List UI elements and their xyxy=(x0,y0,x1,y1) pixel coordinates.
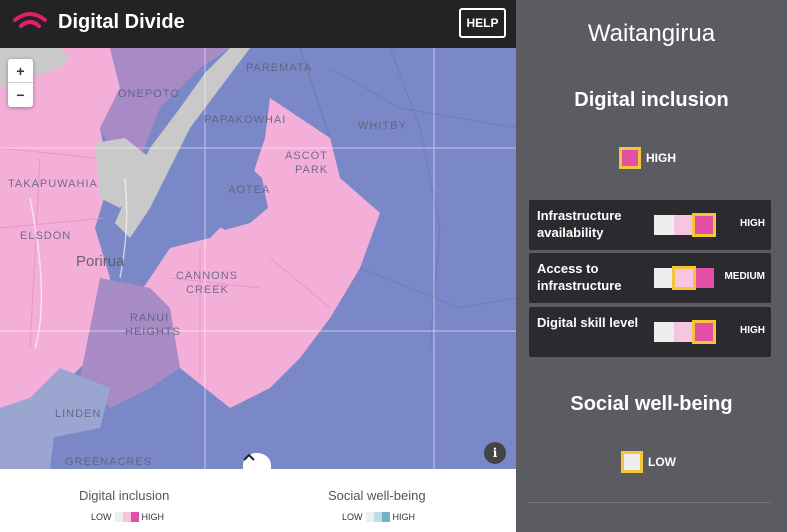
metric-scale xyxy=(654,320,716,344)
region-name: Waitangirua xyxy=(587,20,716,47)
app: Digital Divide HELP PAREMATA ONEPOTO PAP… xyxy=(0,0,787,532)
legend-swatch xyxy=(130,512,139,522)
map-label-aotea: AOTEA xyxy=(228,184,271,196)
social-wellbeing-heading: Social well-being xyxy=(570,393,733,415)
map-label-cannons: CANNONS xyxy=(176,270,239,282)
social-wellbeing-badge: LOW xyxy=(621,451,676,473)
legend-digital-high: HIGH xyxy=(141,512,165,522)
zoom-out-button[interactable]: − xyxy=(8,83,33,107)
metric-scale xyxy=(654,213,716,237)
legend-social-high: HIGH xyxy=(392,512,416,522)
metric-access-to-infrastructure: Access to infrastructure MEDIUM xyxy=(529,253,771,303)
metric-cell xyxy=(654,215,674,235)
map-label-porirua: Porirua xyxy=(76,253,125,270)
map-view[interactable]: PAREMATA ONEPOTO PAPAKOWHAI WHITBY TAKAP… xyxy=(0,48,516,469)
digital-inclusion-badge: HIGH xyxy=(619,147,676,169)
legend-social-low: LOW xyxy=(342,512,363,522)
metric-cell xyxy=(654,268,674,288)
legend-swatch xyxy=(365,512,374,522)
map-legend: Digital inclusion LOW HIGH Social well-b… xyxy=(0,469,516,532)
map-label-greenacres: GREENACRES xyxy=(65,456,153,468)
map-label-linden: LINDEN xyxy=(55,408,102,420)
app-title: Digital Divide xyxy=(58,11,185,33)
legend-swatch xyxy=(381,512,390,522)
social-wellbeing-level: LOW xyxy=(648,455,676,469)
metric-cell xyxy=(674,322,694,342)
map-label-park: PARK xyxy=(295,164,329,176)
metric-cell-selected xyxy=(692,320,716,344)
map-label-ascot: ASCOT xyxy=(285,150,328,162)
legend-swatch xyxy=(114,512,123,522)
metric-cell xyxy=(654,322,674,342)
metric-cell xyxy=(674,215,694,235)
panel-divider xyxy=(529,502,771,503)
map-label-heights: HEIGHTS xyxy=(125,326,181,338)
info-icon[interactable]: i xyxy=(484,442,506,464)
metric-value: MEDIUM xyxy=(724,271,765,282)
metric-scale xyxy=(654,266,714,290)
legend-swatch xyxy=(122,512,131,522)
legend-digital-scale: LOW HIGH xyxy=(91,512,164,522)
metric-cell-selected xyxy=(692,213,716,237)
metric-digital-skill-level: Digital skill level HIGH xyxy=(529,307,771,357)
map-label-papakowhai: PAPAKOWHAI xyxy=(204,114,287,126)
metric-value: HIGH xyxy=(740,218,765,229)
legend-digital-title: Digital inclusion xyxy=(79,488,170,503)
map-label-takapuwahia: TAKAPUWAHIA xyxy=(8,178,98,190)
metric-label: Access to infrastructure xyxy=(537,261,622,293)
wifi-logo-icon xyxy=(13,12,47,28)
chevron-up-icon xyxy=(243,453,255,461)
legend-swatch xyxy=(373,512,382,522)
help-button[interactable]: HELP xyxy=(459,8,506,38)
legend-social-scale: LOW HIGH xyxy=(342,512,415,522)
metric-cell-selected xyxy=(672,266,696,290)
map-label-creek: CREEK xyxy=(186,284,229,296)
map-label-elsdon: ELSDON xyxy=(20,230,72,242)
legend-digital-low: LOW xyxy=(91,512,112,522)
digital-inclusion-level: HIGH xyxy=(646,151,676,165)
metric-infrastructure-availability: Infrastructure availability HIGH xyxy=(529,200,771,250)
digital-inclusion-heading: Digital inclusion xyxy=(574,89,729,111)
legend-social-title: Social well-being xyxy=(328,488,426,503)
social-wellbeing-swatch xyxy=(621,451,643,473)
map-label-whitby: WHITBY xyxy=(358,120,407,132)
metric-label: Digital skill level xyxy=(537,315,639,330)
app-header: Digital Divide HELP xyxy=(0,0,516,48)
digital-inclusion-swatch xyxy=(619,147,641,169)
zoom-in-button[interactable]: + xyxy=(8,59,33,83)
map-label-paremata: PAREMATA xyxy=(246,62,313,74)
metric-label: Infrastructure availability xyxy=(537,208,622,240)
metric-cell xyxy=(694,268,714,288)
map-label-ranui: RANUI xyxy=(130,312,170,324)
region-detail-panel: Waitangirua Digital inclusion HIGH Infra… xyxy=(516,0,787,532)
map-label-onepoto: ONEPOTO xyxy=(118,88,180,100)
metric-value: HIGH xyxy=(740,325,765,336)
zoom-control: + − xyxy=(8,59,33,107)
